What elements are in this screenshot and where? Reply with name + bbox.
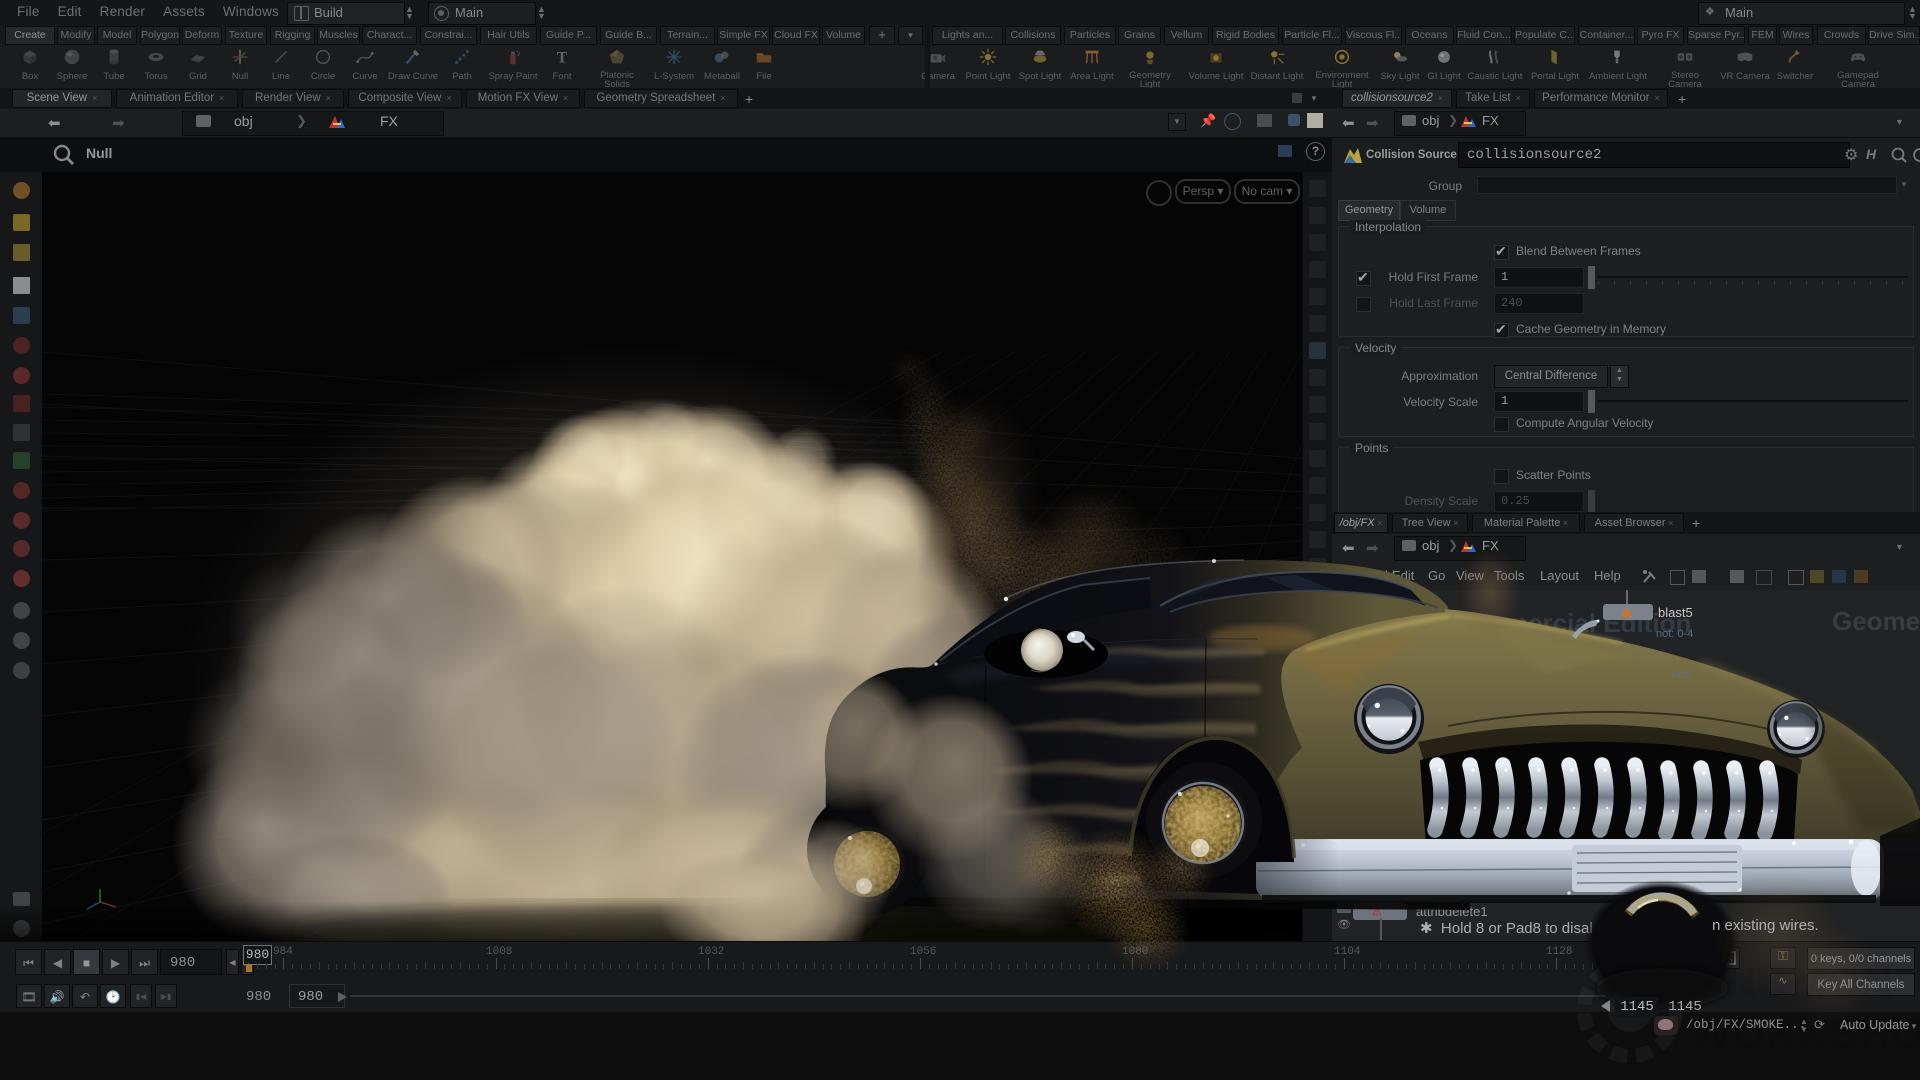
svg-text:T: T bbox=[557, 49, 568, 66]
svg-text:GNOMON: GNOMON bbox=[1690, 959, 1893, 1008]
svg-text:WORKSHOP: WORKSHOP bbox=[1690, 1009, 1920, 1058]
